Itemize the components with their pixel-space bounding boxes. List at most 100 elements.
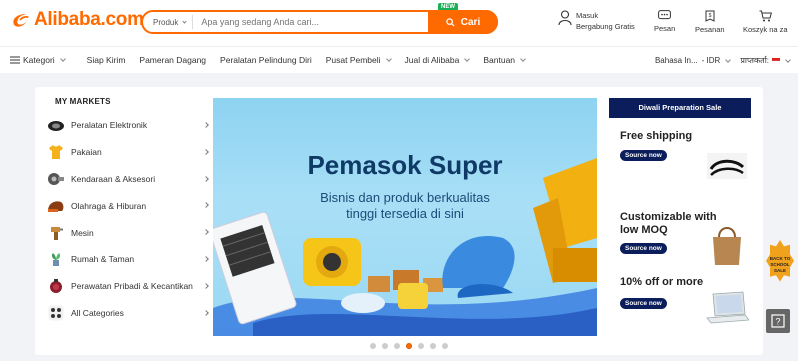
- chevron-right-icon: [203, 256, 209, 262]
- promo-customizable[interactable]: Customizable with low MOQ Source now: [609, 199, 751, 272]
- my-markets: MY MARKETS Peralatan Elektronik Pakaian …: [45, 97, 210, 326]
- categories-label: Kategori: [23, 55, 55, 65]
- source-now-button[interactable]: Source now: [620, 243, 667, 254]
- cart-label: Koszyk na za: [743, 25, 788, 34]
- ship-to-label: प्राप्तकर्ता:: [740, 56, 769, 65]
- chevron-right-icon: [203, 175, 209, 182]
- market-item-machinery[interactable]: Mesin: [45, 219, 210, 246]
- market-label: Mesin: [71, 227, 94, 238]
- plant-icon: [47, 250, 65, 268]
- nav-label: Jual di Alibaba: [404, 55, 460, 65]
- market-item-sports[interactable]: Olahraga & Hiburan: [45, 192, 210, 219]
- hero-banner[interactable]: Pemasok Super Bisnis dan produk berkuali…: [213, 98, 597, 336]
- chevron-right-icon: [203, 229, 209, 236]
- search-icon: [446, 17, 455, 27]
- header: Alibaba.com Produk NEW Cari Masuk: [0, 0, 798, 46]
- flag-icon: [772, 57, 780, 64]
- shirt-icon: [47, 143, 65, 161]
- carousel-dot[interactable]: [430, 343, 436, 349]
- chevron-down-icon: [785, 56, 791, 63]
- carousel-dot[interactable]: [370, 343, 376, 349]
- chevron-right-icon: [203, 309, 209, 316]
- carousel-dots: [370, 343, 448, 349]
- banner-artwork: [213, 158, 597, 336]
- promo-title: 10% off or more: [620, 276, 704, 288]
- cosmetics-icon: [47, 277, 65, 295]
- search-type-select[interactable]: Produk: [143, 15, 194, 29]
- chevron-down-icon: [725, 56, 732, 63]
- eyelashes-icon: [707, 153, 747, 179]
- handbag-icon: [713, 227, 741, 265]
- promo-title-line2: low MOQ: [620, 224, 668, 236]
- chevron-down-icon: [182, 18, 187, 24]
- search-type-label: Produk: [153, 17, 179, 27]
- svg-text:$: $: [708, 13, 711, 19]
- chevron-right-icon: [203, 148, 209, 155]
- search-button[interactable]: Cari: [428, 10, 498, 34]
- language-label: Bahasa In...: [654, 56, 698, 65]
- nav-label: Pusat Pembeli: [325, 55, 381, 65]
- messages-label: Pesan: [654, 24, 676, 33]
- language-select[interactable]: Bahasa In...: [655, 56, 698, 65]
- market-item-vehicles[interactable]: Kendaraan & Aksesori: [45, 166, 210, 193]
- market-label: Olahraga & Hiburan: [71, 200, 147, 211]
- laptop-icon: [706, 291, 749, 324]
- join-free-label: Bergabung Gratis: [576, 22, 635, 31]
- promo-discount[interactable]: 10% off or more Source now: [609, 272, 751, 345]
- carousel-dot[interactable]: [394, 343, 400, 349]
- categories-menu[interactable]: Kategori: [10, 55, 66, 65]
- promo-title: Free shipping: [620, 130, 693, 142]
- nav-trade-shows[interactable]: Pameran Dagang: [139, 55, 206, 65]
- orders-icon: $: [705, 10, 715, 22]
- messages-link[interactable]: Pesan: [654, 10, 675, 33]
- feedback-button[interactable]: ?: [766, 309, 790, 333]
- market-label: Rumah & Taman: [71, 254, 135, 265]
- source-now-button[interactable]: Source now: [620, 150, 667, 161]
- orders-link[interactable]: $ Pesanan: [695, 10, 725, 34]
- car-part-icon: [47, 170, 65, 188]
- carousel-dot-active[interactable]: [406, 343, 412, 349]
- nav-label: Bantuan: [483, 55, 516, 65]
- carousel-dot[interactable]: [382, 343, 388, 349]
- orders-label: Pesanan: [695, 25, 725, 34]
- market-label: Peralatan Elektronik: [71, 120, 148, 131]
- chevron-right-icon: [203, 122, 209, 128]
- market-item-home-garden[interactable]: Rumah & Taman: [45, 246, 210, 273]
- chevron-down-icon: [59, 56, 66, 62]
- market-item-beauty[interactable]: Perawatan Pribadi & Kecantikan: [45, 273, 210, 300]
- cart-link[interactable]: Koszyk na za: [743, 10, 788, 34]
- brand-name: Alibaba.com: [34, 9, 144, 30]
- menu-icon: [10, 56, 20, 64]
- ship-to-select[interactable]: प्राप्तकर्ता:: [740, 55, 791, 66]
- market-item-electronics[interactable]: Peralatan Elektronik: [45, 112, 210, 139]
- nav-sell-on-alibaba[interactable]: Jual di Alibaba: [404, 55, 471, 65]
- alibaba-logo[interactable]: Alibaba.com: [10, 9, 144, 31]
- cart-icon: [759, 10, 772, 22]
- sign-in-link[interactable]: Masuk Bergabung Gratis: [558, 10, 635, 32]
- chevron-down-icon: [464, 56, 471, 62]
- feedback-icon: ?: [771, 314, 785, 328]
- nav-buyer-center[interactable]: Pusat Pembeli: [325, 55, 392, 65]
- main-nav: Kategori Siap Kirim Pameran Dagang Peral…: [0, 46, 798, 73]
- carousel-dot[interactable]: [442, 343, 448, 349]
- svg-text:?: ?: [775, 317, 780, 327]
- currency-label: - IDR: [701, 56, 721, 65]
- market-item-apparel[interactable]: Pakaian: [45, 139, 210, 166]
- diwali-sale-header[interactable]: Diwali Preparation Sale: [609, 98, 751, 118]
- chevron-right-icon: [203, 282, 209, 289]
- nav-help[interactable]: Bantuan: [483, 55, 526, 65]
- back-to-school-badge[interactable]: BACK TO SCHOOL SALE: [766, 232, 794, 286]
- drill-icon: [47, 224, 65, 242]
- carousel-dot[interactable]: [418, 343, 424, 349]
- nav-label: Peralatan Pelindung Diri: [220, 55, 312, 65]
- nav-label: Siap Kirim: [86, 55, 126, 65]
- nav-ready-to-ship[interactable]: Siap Kirim: [87, 55, 126, 65]
- promo-free-shipping[interactable]: Free shipping Source now: [609, 126, 751, 199]
- market-item-all-categories[interactable]: All Categories: [45, 300, 210, 327]
- chevron-down-icon: [520, 56, 526, 62]
- headphones-icon: [47, 116, 65, 134]
- source-now-button[interactable]: Source now: [620, 298, 667, 309]
- nav-ppe[interactable]: Peralatan Pelindung Diri: [220, 55, 312, 65]
- currency-select[interactable]: - IDR: [701, 56, 732, 65]
- nav-right: Bahasa In... - IDR प्राप्तकर्ता:: [655, 47, 798, 74]
